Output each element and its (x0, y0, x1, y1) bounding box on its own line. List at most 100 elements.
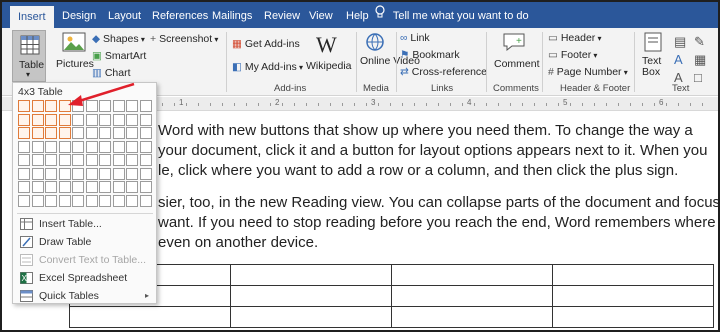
tab-references[interactable]: References (152, 2, 208, 28)
grid-cell[interactable] (126, 167, 138, 180)
grid-cell[interactable] (31, 140, 44, 153)
grid-cell[interactable] (139, 100, 152, 112)
menu-excel-spreadsheet[interactable]: X Excel Spreadsheet (17, 269, 153, 287)
pictures-button[interactable]: Pictures (56, 30, 94, 80)
text-box-button[interactable]: Text Box (638, 30, 668, 80)
grid-cell[interactable] (45, 194, 57, 207)
table-cell[interactable] (391, 306, 553, 328)
grid-cell[interactable] (72, 181, 84, 193)
grid-cell[interactable] (139, 127, 152, 139)
tab-view[interactable]: View (309, 2, 333, 28)
grid-cell[interactable] (18, 113, 30, 126)
wordart-icon[interactable]: A (674, 52, 683, 67)
grid-cell[interactable] (31, 127, 44, 139)
grid-cell[interactable] (112, 167, 125, 180)
grid-cell[interactable] (112, 181, 125, 193)
shapes-button[interactable]: ◆ Shapes ▾ (92, 33, 145, 45)
grid-cell[interactable] (31, 100, 44, 112)
grid-cell[interactable] (99, 181, 111, 193)
grid-cell[interactable] (31, 181, 44, 193)
online-video-button[interactable]: Online Video (358, 30, 420, 82)
my-addins-button[interactable]: ◧ My Add-ins ▾ (232, 61, 303, 73)
tab-mailings[interactable]: Mailings (212, 2, 252, 28)
grid-cell[interactable] (139, 140, 152, 153)
grid-cell[interactable] (85, 127, 98, 139)
grid-cell[interactable] (72, 167, 84, 180)
grid-cell[interactable] (85, 113, 98, 126)
table-cell[interactable] (552, 306, 714, 328)
table-cell[interactable] (391, 285, 553, 307)
grid-cell[interactable] (58, 167, 71, 180)
table-cell[interactable] (69, 306, 231, 328)
grid-cell[interactable] (99, 194, 111, 207)
grid-cell[interactable] (85, 140, 98, 153)
tab-layout[interactable]: Layout (108, 2, 141, 28)
smartart-button[interactable]: ▣ SmartArt (92, 50, 146, 62)
grid-cell[interactable] (72, 154, 84, 166)
grid-cell[interactable] (45, 154, 57, 166)
bookmark-button[interactable]: ⚑ Bookmark (400, 49, 460, 61)
screenshot-button[interactable]: + Screenshot ▾ (150, 33, 218, 45)
grid-cell[interactable] (99, 127, 111, 139)
grid-cell[interactable] (45, 140, 57, 153)
tell-me-search[interactable]: Tell me what you want to do (374, 2, 529, 28)
get-addins-button[interactable]: ▦ Get Add-ins (232, 38, 300, 50)
grid-cell[interactable] (72, 127, 84, 139)
grid-cell[interactable] (85, 194, 98, 207)
table-cell[interactable] (552, 264, 714, 286)
footer-button[interactable]: ▭ Footer ▾ (548, 49, 597, 61)
grid-cell[interactable] (58, 127, 71, 139)
tab-insert[interactable]: Insert (10, 6, 54, 28)
object-icon[interactable]: □ (694, 70, 702, 85)
comment-button[interactable]: + Comment (490, 30, 540, 80)
grid-cell[interactable] (139, 167, 152, 180)
grid-cell[interactable] (126, 113, 138, 126)
table-cell[interactable] (230, 285, 392, 307)
grid-cell[interactable] (85, 181, 98, 193)
grid-cell[interactable] (112, 113, 125, 126)
grid-cell[interactable] (139, 194, 152, 207)
grid-cell[interactable] (112, 140, 125, 153)
grid-cell[interactable] (18, 140, 30, 153)
grid-cell[interactable] (72, 194, 84, 207)
grid-cell[interactable] (31, 194, 44, 207)
page-number-button[interactable]: # Page Number ▾ (548, 66, 628, 78)
grid-cell[interactable] (58, 154, 71, 166)
signature-line-icon[interactable]: ✎ (694, 34, 705, 50)
grid-cell[interactable] (99, 167, 111, 180)
menu-convert-text-to-table[interactable]: Convert Text to Table... (17, 251, 153, 269)
grid-cell[interactable] (18, 167, 30, 180)
grid-cell[interactable] (18, 181, 30, 193)
grid-cell[interactable] (99, 113, 111, 126)
grid-cell[interactable] (45, 181, 57, 193)
table-button[interactable]: Table ▾ (12, 30, 46, 82)
header-button[interactable]: ▭ Header ▾ (548, 32, 602, 44)
grid-cell[interactable] (45, 113, 57, 126)
grid-cell[interactable] (126, 127, 138, 139)
grid-cell[interactable] (45, 167, 57, 180)
grid-cell[interactable] (18, 154, 30, 166)
grid-cell[interactable] (72, 113, 84, 126)
grid-cell[interactable] (85, 154, 98, 166)
grid-cell[interactable] (85, 167, 98, 180)
tab-review[interactable]: Review (264, 2, 300, 28)
grid-cell[interactable] (139, 181, 152, 193)
tab-help[interactable]: Help (346, 2, 369, 28)
grid-cell[interactable] (58, 194, 71, 207)
grid-cell[interactable] (58, 181, 71, 193)
tab-design[interactable]: Design (62, 2, 96, 28)
grid-cell[interactable] (58, 113, 71, 126)
document-table[interactable] (69, 264, 714, 328)
grid-cell[interactable] (72, 140, 84, 153)
grid-cell[interactable] (18, 194, 30, 207)
grid-cell[interactable] (139, 113, 152, 126)
grid-cell[interactable] (112, 127, 125, 139)
grid-cell[interactable] (126, 194, 138, 207)
grid-cell[interactable] (31, 167, 44, 180)
grid-cell[interactable] (45, 100, 57, 112)
grid-cell[interactable] (112, 194, 125, 207)
cross-reference-button[interactable]: ⇄ Cross-reference (400, 66, 487, 78)
grid-cell[interactable] (31, 113, 44, 126)
wikipedia-button[interactable]: W Wikipedia (304, 30, 354, 80)
menu-insert-table[interactable]: Insert Table... (17, 215, 153, 233)
